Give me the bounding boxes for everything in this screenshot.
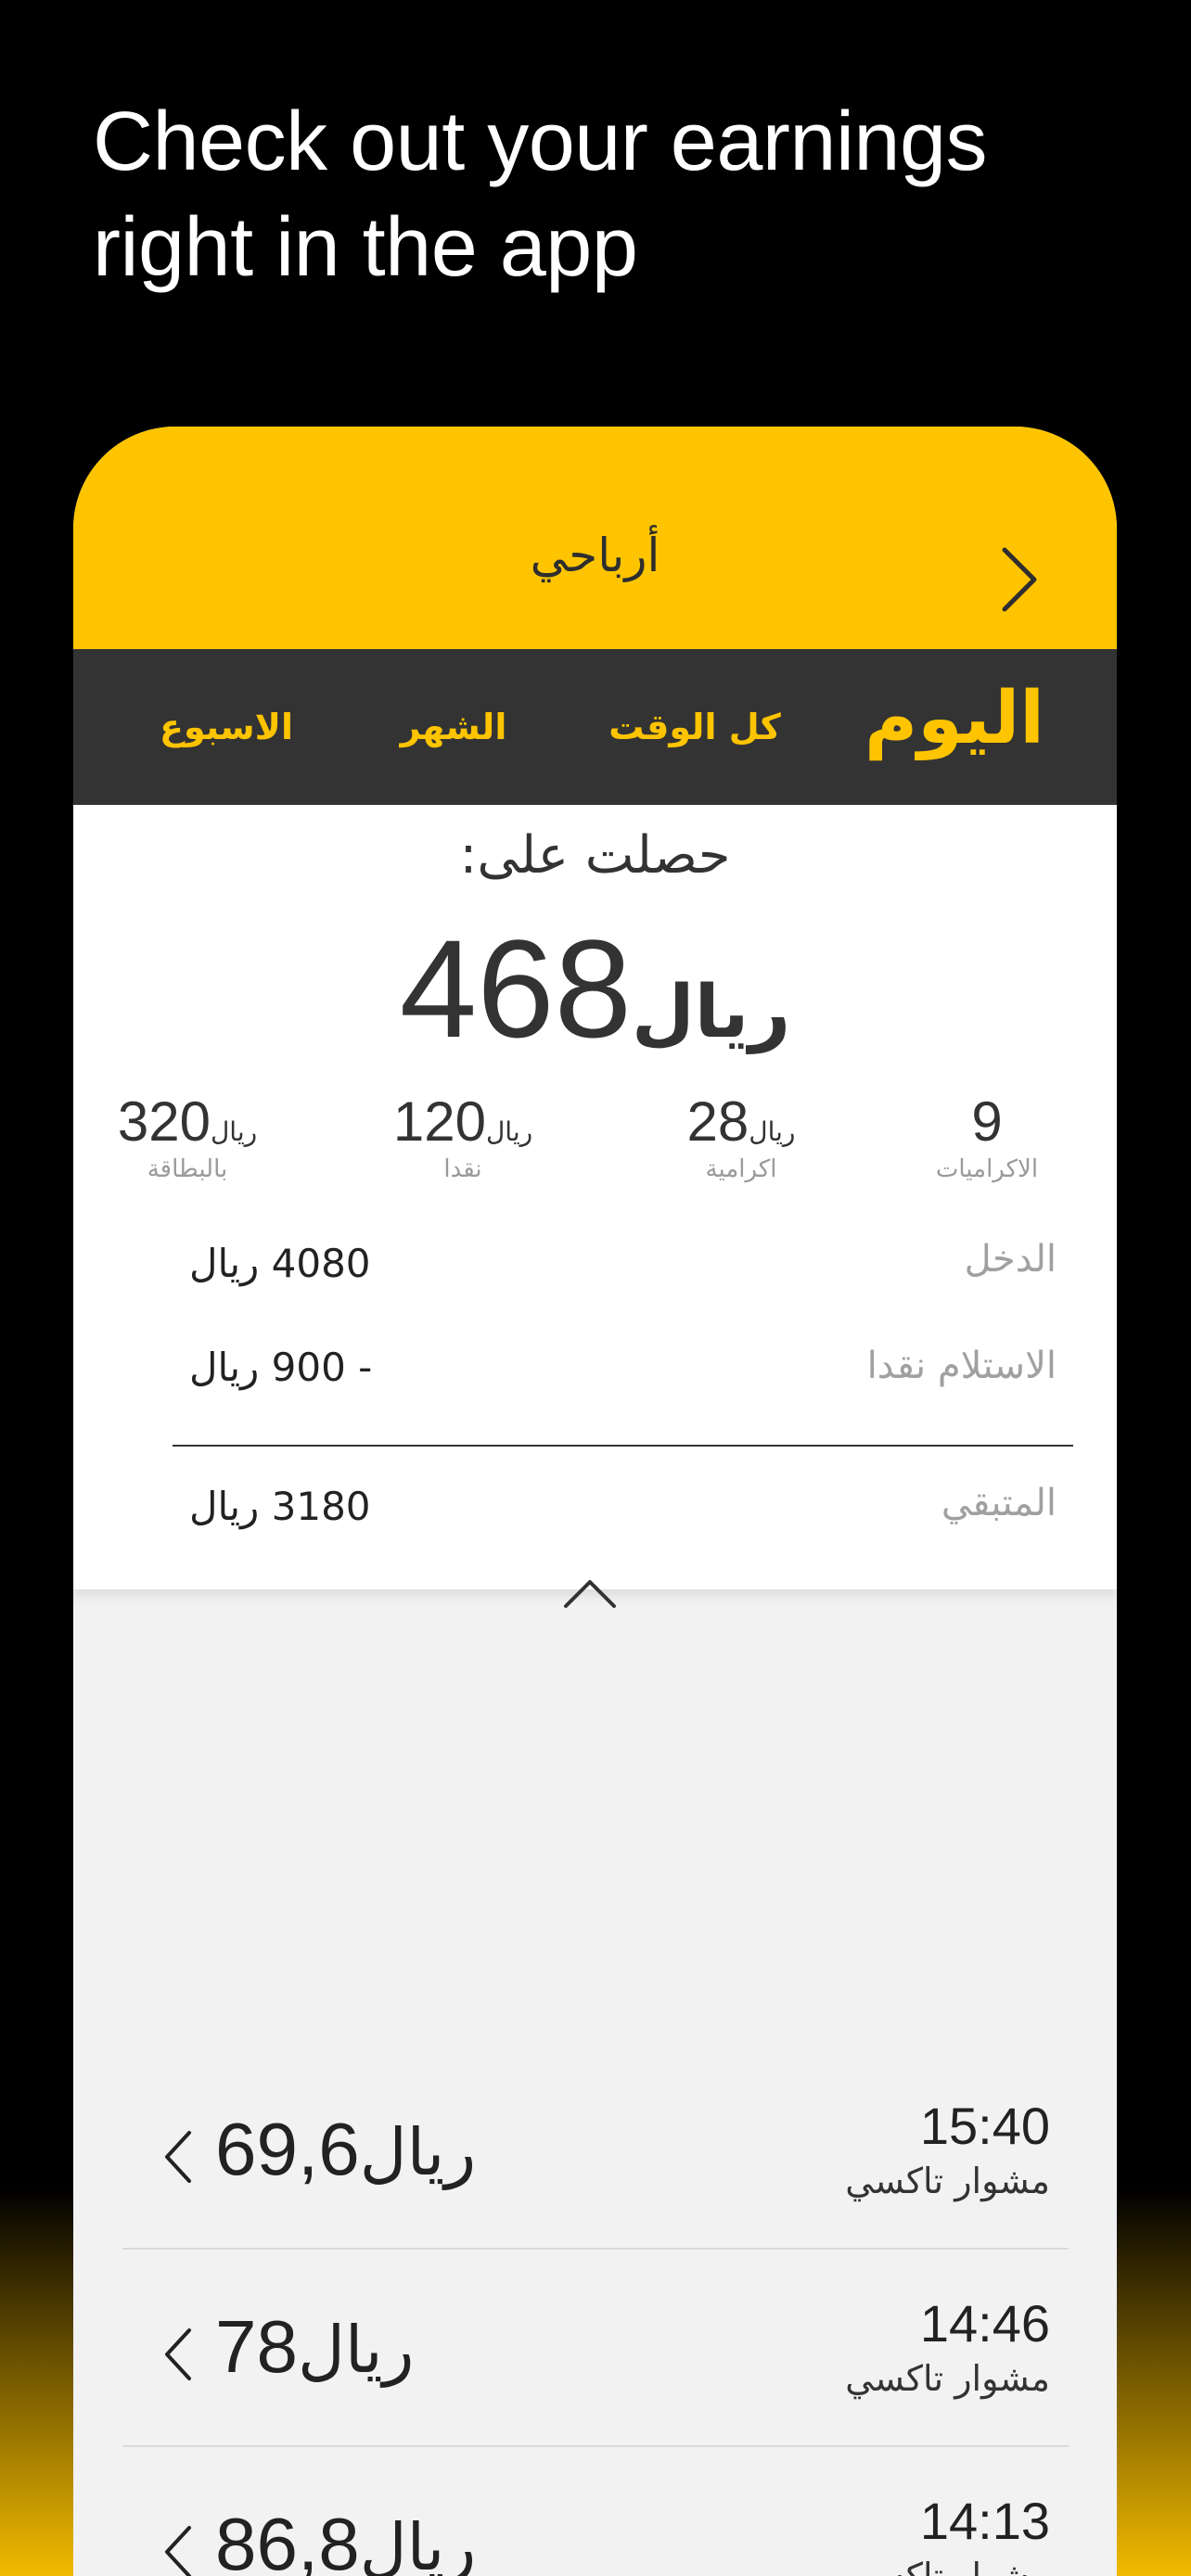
period-tabs: اليوم كل الوقت الشهر الاسبوع (73, 649, 1117, 805)
income-value: 4080 ريال (189, 1241, 371, 1286)
remaining-value: 3180 ريال (189, 1484, 371, 1529)
header-bar: أرباحي (73, 427, 1117, 649)
tab-week[interactable]: الاسبوع (152, 707, 301, 747)
total-value: 468 (399, 911, 633, 1066)
chevron-left-icon[interactable] (160, 2127, 197, 2187)
total-currency: ريال (632, 971, 791, 1054)
stat-card-label: بالبطاقة (147, 1155, 228, 1183)
stat-cash-value: 120 (392, 1090, 486, 1153)
trip-time: 14:13 (919, 2492, 1050, 2550)
trip-currency: ريال (297, 2312, 415, 2388)
total-earnings: ريال468 (73, 909, 1117, 1069)
stat-cash-label: نقدا (443, 1155, 482, 1183)
trip-amount-value: 78 (215, 2305, 298, 2388)
trip-currency: ريال (359, 2114, 477, 2190)
tab-month[interactable]: الشهر (379, 707, 528, 747)
trip-time: 15:40 (919, 2097, 1050, 2155)
promo-headline: Check out your earnings right in the app (93, 89, 1113, 300)
cash-received-value: - 900 ريال (189, 1345, 373, 1390)
summary-divider (173, 1445, 1073, 1447)
trip-amount-value: 69,6 (215, 2108, 360, 2190)
chevron-left-icon[interactable] (160, 2522, 197, 2576)
stat-card: ريال320 بالبطاقة (76, 1090, 299, 1183)
headline-line-2: right in the app (93, 201, 638, 294)
tab-today[interactable]: اليوم (862, 677, 1047, 760)
stat-bonuses-label: الاكراميات (935, 1155, 1039, 1183)
chevron-up-icon[interactable] (562, 1575, 618, 1612)
stat-tip: ريال28 اكرامية (630, 1090, 852, 1183)
cash-received-label: الاستلام نقدا (866, 1345, 1057, 1387)
income-label: الدخل (964, 1238, 1057, 1281)
stat-card-value: 320 (117, 1090, 211, 1153)
trip-row[interactable]: 14:13 مشوار تاكسي ريال86,8 (122, 2446, 1069, 2576)
stat-cash: ريال120 نقدا (352, 1090, 574, 1183)
chevron-right-icon[interactable] (992, 542, 1047, 617)
remaining-label: المتبقي (941, 1482, 1057, 1524)
stat-bonuses: 9 الاكراميات (903, 1090, 1070, 1183)
trip-amount: ريال69,6 (215, 2107, 476, 2192)
tab-all-time[interactable]: كل الوقت (593, 707, 797, 747)
trip-amount: ريال78 (215, 2304, 414, 2390)
trip-amount: ريال86,8 (215, 2502, 476, 2576)
stat-bonuses-value: 9 (971, 1090, 1003, 1153)
trip-row[interactable]: 15:40 مشوار تاكسي ريال69,6 (122, 2051, 1069, 2250)
page-title: أرباحي (530, 529, 660, 582)
stat-tip-value: 28 (686, 1090, 749, 1153)
chevron-left-icon[interactable] (160, 2325, 197, 2384)
trip-type: مشوار تاكسي (845, 2161, 1050, 2201)
trip-currency: ريال (359, 2509, 477, 2576)
trip-type: مشوار تاكسي (845, 2358, 1050, 2399)
phone-screen: أرباحي اليوم كل الوقت الشهر الاسبوع حصلت… (73, 427, 1117, 2576)
trip-type: مشوار تاكسي (845, 2556, 1050, 2576)
earned-label: حصلت على: (459, 825, 731, 886)
trip-row[interactable]: 14:46 مشوار تاكسي ريال78 (122, 2249, 1069, 2447)
trip-time: 14:46 (919, 2294, 1050, 2353)
trip-amount-value: 86,8 (215, 2503, 360, 2576)
stat-tip-label: اكرامية (705, 1155, 777, 1183)
headline-line-1: Check out your earnings (93, 96, 988, 188)
